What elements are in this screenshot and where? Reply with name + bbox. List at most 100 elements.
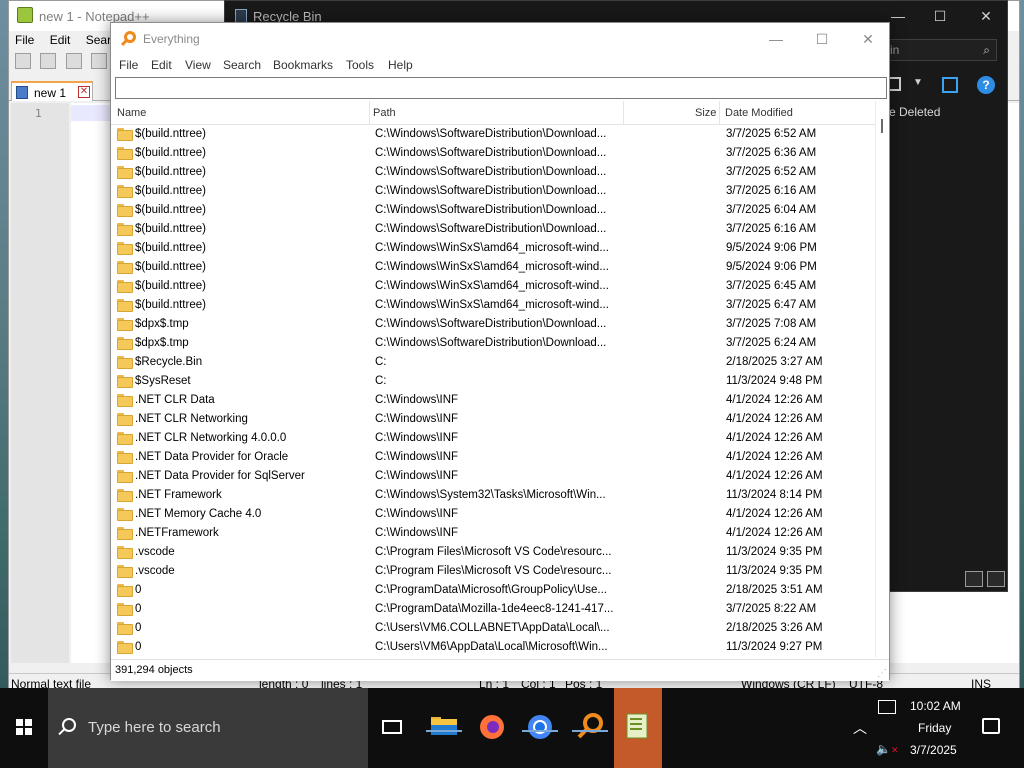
folder-icon [117, 128, 133, 141]
help-icon[interactable]: ? [977, 76, 995, 94]
everything-titlebar[interactable]: Everything — ☐ ✕ [111, 23, 889, 55]
list-item[interactable]: 0 C:\Users\VM6.COLLABNET\AppData\Local\..… [111, 619, 875, 638]
list-item[interactable]: 0 C:\ProgramData\Microsoft\GroupPolicy\Us… [111, 581, 875, 600]
file-path: C:\ProgramData\Mozilla-1de4eec8-1241-417… [375, 603, 614, 615]
list-item[interactable]: .vscode C:\Program Files\Microsoft VS Cod… [111, 562, 875, 581]
start-button[interactable] [0, 688, 48, 768]
everything-search-input[interactable] [115, 77, 887, 99]
folder-icon [117, 470, 133, 483]
column-date-deleted[interactable]: e Deleted [889, 105, 940, 119]
list-item[interactable]: .NET Data Provider for SqlServer C:\Windo… [111, 467, 875, 486]
column-divider[interactable] [623, 101, 624, 125]
recycle-bin-search-input[interactable]: in ⌕ [885, 39, 997, 61]
folder-icon [117, 489, 133, 502]
file-date-modified: 3/7/2025 8:22 AM [726, 603, 817, 615]
list-item[interactable]: $(build.nttree) C:\Windows\SoftwareDistri… [111, 144, 875, 163]
list-item[interactable]: .NET Memory Cache 4.0 C:\Windows\INF 4/1/2… [111, 505, 875, 524]
taskbar-search-input[interactable]: Type here to search [48, 688, 368, 768]
list-item[interactable]: .NET CLR Data C:\Windows\INF 4/1/2024 12:2… [111, 391, 875, 410]
list-item[interactable]: $(build.nttree) C:\Windows\WinSxS\amd64_m… [111, 277, 875, 296]
list-item[interactable]: $(build.nttree) C:\Windows\SoftwareDistri… [111, 125, 875, 144]
list-item[interactable]: .NET CLR Networking C:\Windows\INF 4/1/202… [111, 410, 875, 429]
resize-grip-icon[interactable]: ⋰ [877, 669, 887, 679]
list-item[interactable]: 0 C:\ProgramData\Mozilla-1de4eec8-1241-41… [111, 600, 875, 619]
list-item[interactable]: $Recycle.Bin C: 2/18/2025 3:27 AM [111, 353, 875, 372]
network-icon[interactable] [878, 700, 896, 714]
list-item[interactable]: .NET Data Provider for Oracle C:\Windows\… [111, 448, 875, 467]
column-divider[interactable] [719, 101, 720, 125]
file-path: C:\Windows\INF [375, 432, 459, 444]
notification-center-icon[interactable] [982, 718, 1000, 734]
close-button[interactable]: ✕ [853, 29, 883, 49]
column-divider[interactable] [369, 101, 370, 125]
list-item[interactable]: .NET Framework C:\Windows\System32\Tasks\… [111, 486, 875, 505]
menu-help[interactable]: Help [388, 58, 413, 72]
list-item[interactable]: $dpx$.tmp C:\Windows\SoftwareDistribution… [111, 334, 875, 353]
list-item[interactable]: $dpx$.tmp C:\Windows\SoftwareDistribution… [111, 315, 875, 334]
everything-window[interactable]: Everything — ☐ ✕ File Edit View Search B… [110, 22, 890, 681]
list-item[interactable]: $(build.nttree) C:\Windows\SoftwareDistri… [111, 201, 875, 220]
taskbar-chrome[interactable] [516, 688, 564, 768]
results-scrollbar[interactable] [875, 101, 889, 657]
column-name[interactable]: Name [117, 107, 146, 119]
tab-new-1[interactable]: new 1 ✕ [11, 81, 93, 101]
list-item[interactable]: $(build.nttree) C:\Windows\SoftwareDistri… [111, 163, 875, 182]
column-date-modified[interactable]: Date Modified [725, 107, 793, 119]
scrollbar-thumb[interactable] [881, 119, 883, 133]
menu-tools[interactable]: Tools [346, 58, 374, 72]
recycle-bin-icon [235, 9, 247, 23]
taskbar-everything[interactable] [566, 688, 614, 768]
chevron-down-icon[interactable]: ▼ [913, 77, 923, 88]
folder-icon [431, 717, 457, 735]
menu-view[interactable]: View [185, 58, 211, 72]
list-item[interactable]: $(build.nttree) C:\Windows\WinSxS\amd64_m… [111, 239, 875, 258]
preview-pane-icon[interactable] [942, 77, 958, 93]
details-view-icon[interactable] [965, 571, 983, 587]
menu-file[interactable]: File [119, 58, 138, 72]
running-indicator [572, 730, 608, 732]
maximize-button[interactable]: ☐ [807, 29, 837, 49]
save-icon[interactable] [65, 53, 82, 69]
tab-label: new 1 [34, 86, 67, 100]
folder-icon [117, 603, 133, 616]
maximize-button[interactable]: ☐ [925, 5, 955, 27]
list-item[interactable]: $SysReset C: 11/3/2024 9:48 PM [111, 372, 875, 391]
clock-time[interactable]: 10:02 AM [910, 699, 961, 713]
close-tab-icon[interactable]: ✕ [78, 86, 90, 98]
taskbar-file-explorer[interactable] [420, 688, 468, 768]
notepadpp-menu-file[interactable]: File [15, 33, 34, 47]
list-item[interactable]: .vscode C:\Program Files\Microsoft VS Cod… [111, 543, 875, 562]
volume-muted-icon[interactable]: 🔈✕ [876, 742, 899, 756]
new-file-icon[interactable] [15, 53, 31, 69]
list-item[interactable]: .NET CLR Networking 4.0.0.0 C:\Windows\IN… [111, 429, 875, 448]
close-button[interactable]: ✕ [971, 5, 1001, 27]
list-item[interactable]: $(build.nttree) C:\Windows\SoftwareDistri… [111, 182, 875, 201]
large-icons-view-icon[interactable] [987, 571, 1005, 587]
clock-date[interactable]: 3/7/2025 [910, 743, 957, 757]
menu-bookmarks[interactable]: Bookmarks [273, 58, 333, 72]
file-date-modified: 4/1/2024 12:26 AM [726, 451, 823, 463]
list-item[interactable]: $(build.nttree) C:\Windows\WinSxS\amd64_m… [111, 258, 875, 277]
open-file-icon[interactable] [40, 53, 57, 69]
list-item[interactable]: $(build.nttree) C:\Windows\SoftwareDistri… [111, 220, 875, 239]
column-size[interactable]: Size [695, 107, 716, 119]
taskbar-firefox[interactable] [468, 688, 516, 768]
column-path[interactable]: Path [373, 107, 396, 119]
list-item[interactable]: .NETFramework C:\Windows\INF 4/1/2024 12:2… [111, 524, 875, 543]
save-all-icon[interactable] [91, 53, 108, 69]
taskbar-notepadpp[interactable] [614, 688, 662, 768]
file-name: .NET Data Provider for Oracle [135, 451, 289, 463]
task-view-icon[interactable] [382, 720, 402, 734]
folder-icon [117, 356, 133, 369]
clock-day[interactable]: Friday [918, 721, 951, 735]
list-item[interactable]: 0 C:\Users\VM6\AppData\Local\Microsoft\Wi… [111, 638, 875, 657]
file-path: C:\Windows\WinSxS\amd64_microsoft-wind..… [375, 261, 609, 273]
minimize-button[interactable]: — [761, 29, 791, 49]
notepadpp-menu-edit[interactable]: Edit [50, 33, 71, 47]
list-item[interactable]: $(build.nttree) C:\Windows\WinSxS\amd64_m… [111, 296, 875, 315]
menu-edit[interactable]: Edit [151, 58, 172, 72]
file-date-modified: 4/1/2024 12:26 AM [726, 432, 823, 444]
results-list[interactable]: $(build.nttree) C:\Windows\SoftwareDistri… [111, 125, 875, 657]
show-hidden-icons-icon[interactable]: ︿ [853, 718, 867, 738]
menu-search[interactable]: Search [223, 58, 261, 72]
